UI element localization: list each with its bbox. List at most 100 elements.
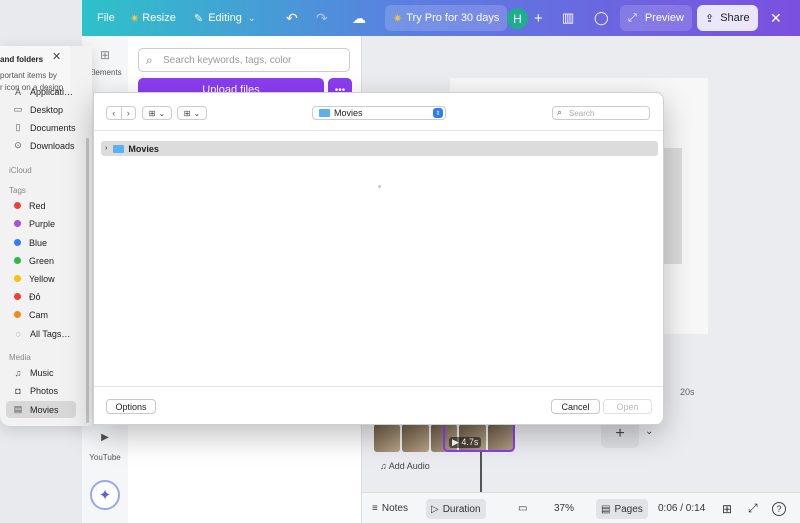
sidebar-tag-yellow[interactable]: Yellow (6, 270, 76, 287)
icon-view-icon: ⊞ (148, 108, 156, 118)
chevron-down-icon: ⌄ (158, 108, 166, 118)
forward-button[interactable]: › (122, 107, 136, 119)
sidebar-item-documents[interactable]: ▯ Documents (6, 119, 76, 136)
sidebar-item-applications[interactable]: A Applicati… (6, 83, 76, 100)
tooltip-title: and folders (0, 55, 44, 64)
file-list-row[interactable]: › Movies (101, 141, 658, 156)
redo-button[interactable]: ↷ (316, 0, 328, 36)
red-tag-icon (14, 293, 21, 300)
location-label: Movies (334, 108, 363, 118)
try-pro-button[interactable]: ✷ Try Pro for 30 days (385, 5, 508, 31)
undo-button[interactable]: ↶ (286, 0, 298, 36)
all-tags-icon: ◌ (15, 328, 21, 339)
close-button[interactable]: ✕ (770, 0, 782, 36)
dialog-toolbar: ‹ › ⊞ ⌄ ⊞ ⌄ Movies ⇕ ⌕ Search (94, 93, 663, 131)
playback-time: 0:06 / 0:14 (658, 503, 706, 514)
blue-tag-icon (14, 239, 21, 246)
media-header: Media (9, 353, 31, 362)
file-menu[interactable]: File (97, 0, 115, 36)
magic-button[interactable]: ✦ (90, 480, 120, 510)
bar-chart-icon: ▥ (562, 10, 575, 25)
disclosure-triangle-icon[interactable]: › (105, 145, 107, 152)
sidebar-tag-do[interactable]: Đỏ (6, 288, 76, 305)
sidebar-item-downloads[interactable]: ⊙ Downloads (6, 137, 76, 154)
icloud-header: iCloud (9, 166, 32, 175)
comment-icon: ◯ (594, 10, 609, 25)
grid-view-icon[interactable]: ⊞ (722, 493, 732, 523)
pages-button[interactable]: ▤ Pages (596, 499, 648, 519)
sidebar-tag-green[interactable]: Green (6, 252, 76, 269)
preview-button[interactable]: ⤢ Preview (620, 5, 692, 31)
add-collaborator-button[interactable]: + (534, 0, 543, 36)
sidebar-tag-cam[interactable]: Cam (6, 306, 76, 323)
comments-button[interactable]: ◯ (594, 0, 609, 36)
sidebar-tag-purple[interactable]: Purple (6, 215, 76, 232)
share-button[interactable]: ⇪ Share (697, 5, 758, 31)
avatar[interactable]: H (507, 8, 528, 29)
download-icon: ⊙ (14, 140, 22, 150)
crown-icon: ✷ (130, 12, 140, 25)
sidebar-item-label: Red (29, 200, 46, 211)
desktop-icon: ▭ (13, 104, 23, 114)
pencil-icon: ✎ (194, 12, 204, 25)
nav-buttons: ‹ › (106, 106, 136, 120)
group-by-button[interactable]: ⊞ ⌄ (177, 106, 207, 120)
film-icon: ▤ (13, 404, 23, 414)
yellow-tag-icon (14, 275, 21, 282)
options-button[interactable]: Options (106, 399, 156, 414)
sidebar-item-music[interactable]: ♫ Music (6, 364, 76, 381)
sidebar-item-movies[interactable]: ▤ Movies (6, 401, 76, 418)
playhead[interactable] (480, 452, 482, 492)
add-audio-button[interactable]: ♫ Add Audio (380, 461, 430, 471)
clip-duration: ▶ 4.7s (449, 437, 482, 448)
search-placeholder: Search keywords, tags, color (163, 54, 292, 66)
view-mode-button[interactable]: ⊞ ⌄ (142, 106, 172, 120)
resize-button[interactable]: ✷ Resize (130, 0, 176, 36)
bottom-bar: ≡ Notes ▷ Duration ▭ 37% ▤ Pages 0:06 / … (362, 492, 800, 523)
open-button[interactable]: Open (603, 399, 652, 414)
tooltip-line: portant items by (0, 71, 57, 80)
search-input[interactable]: ⌕ Search keywords, tags, color (138, 48, 350, 72)
sidebar-item-desktop[interactable]: ▭ Desktop (6, 101, 76, 118)
play-icon: ▷ (431, 503, 439, 515)
sidebar-tag-blue[interactable]: Blue (6, 234, 76, 251)
up-down-icon: ⇕ (433, 108, 443, 118)
close-icon: ✕ (770, 9, 782, 26)
applications-icon: A (14, 86, 21, 97)
notes-button[interactable]: ≡ Notes (372, 493, 408, 523)
cloud-save-button[interactable]: ☁ (352, 0, 366, 36)
clip-duration-label: 4.7s (461, 437, 479, 447)
purple-tag-icon (14, 220, 21, 227)
zoom-level[interactable]: 37% (554, 493, 574, 523)
clip-thumbnail[interactable] (402, 424, 429, 452)
share-label: Share (720, 12, 750, 24)
sidebar-item-photos[interactable]: ◘ Photos (6, 382, 76, 399)
sidebar-tag-red[interactable]: Red (6, 197, 76, 214)
sidebar-item-label: Documents (30, 122, 76, 133)
clip-thumbnail[interactable] (374, 424, 401, 452)
sidebar-all-tags[interactable]: ◌ All Tags… (6, 325, 76, 342)
editing-dropdown[interactable]: ✎ Editing ⌄ (194, 0, 255, 36)
timeline-chevron-down-icon[interactable]: ⌄ (645, 426, 653, 437)
zoom-slider-icon[interactable]: ▭ (518, 493, 527, 523)
dialog-search-input[interactable]: ⌕ Search (552, 106, 650, 120)
search-icon: ⌕ (557, 107, 563, 117)
search-icon: ⌕ (146, 53, 153, 67)
location-select[interactable]: Movies ⇕ (312, 106, 446, 120)
cancel-button[interactable]: Cancel (551, 399, 600, 414)
back-button[interactable]: ‹ (107, 107, 122, 119)
sparkle-icon: ✦ (98, 487, 112, 504)
sidebar-scrollbar[interactable] (86, 138, 89, 423)
help-button[interactable]: ? (772, 493, 786, 523)
insights-button[interactable]: ▥ (562, 0, 574, 36)
youtube-icon[interactable]: ▶ (82, 432, 128, 443)
document-icon: ▯ (15, 122, 21, 132)
redo-icon: ↷ (316, 9, 328, 26)
folder-icon (319, 109, 330, 117)
loading-indicator (378, 185, 381, 188)
sidebar-item-label: All Tags… (30, 328, 71, 339)
tooltip-close-icon[interactable]: ✕ (52, 50, 61, 63)
fullscreen-icon[interactable]: ⤢ (748, 493, 758, 523)
duration-button[interactable]: ▷ Duration (426, 499, 486, 519)
preview-label: Preview (644, 12, 684, 24)
